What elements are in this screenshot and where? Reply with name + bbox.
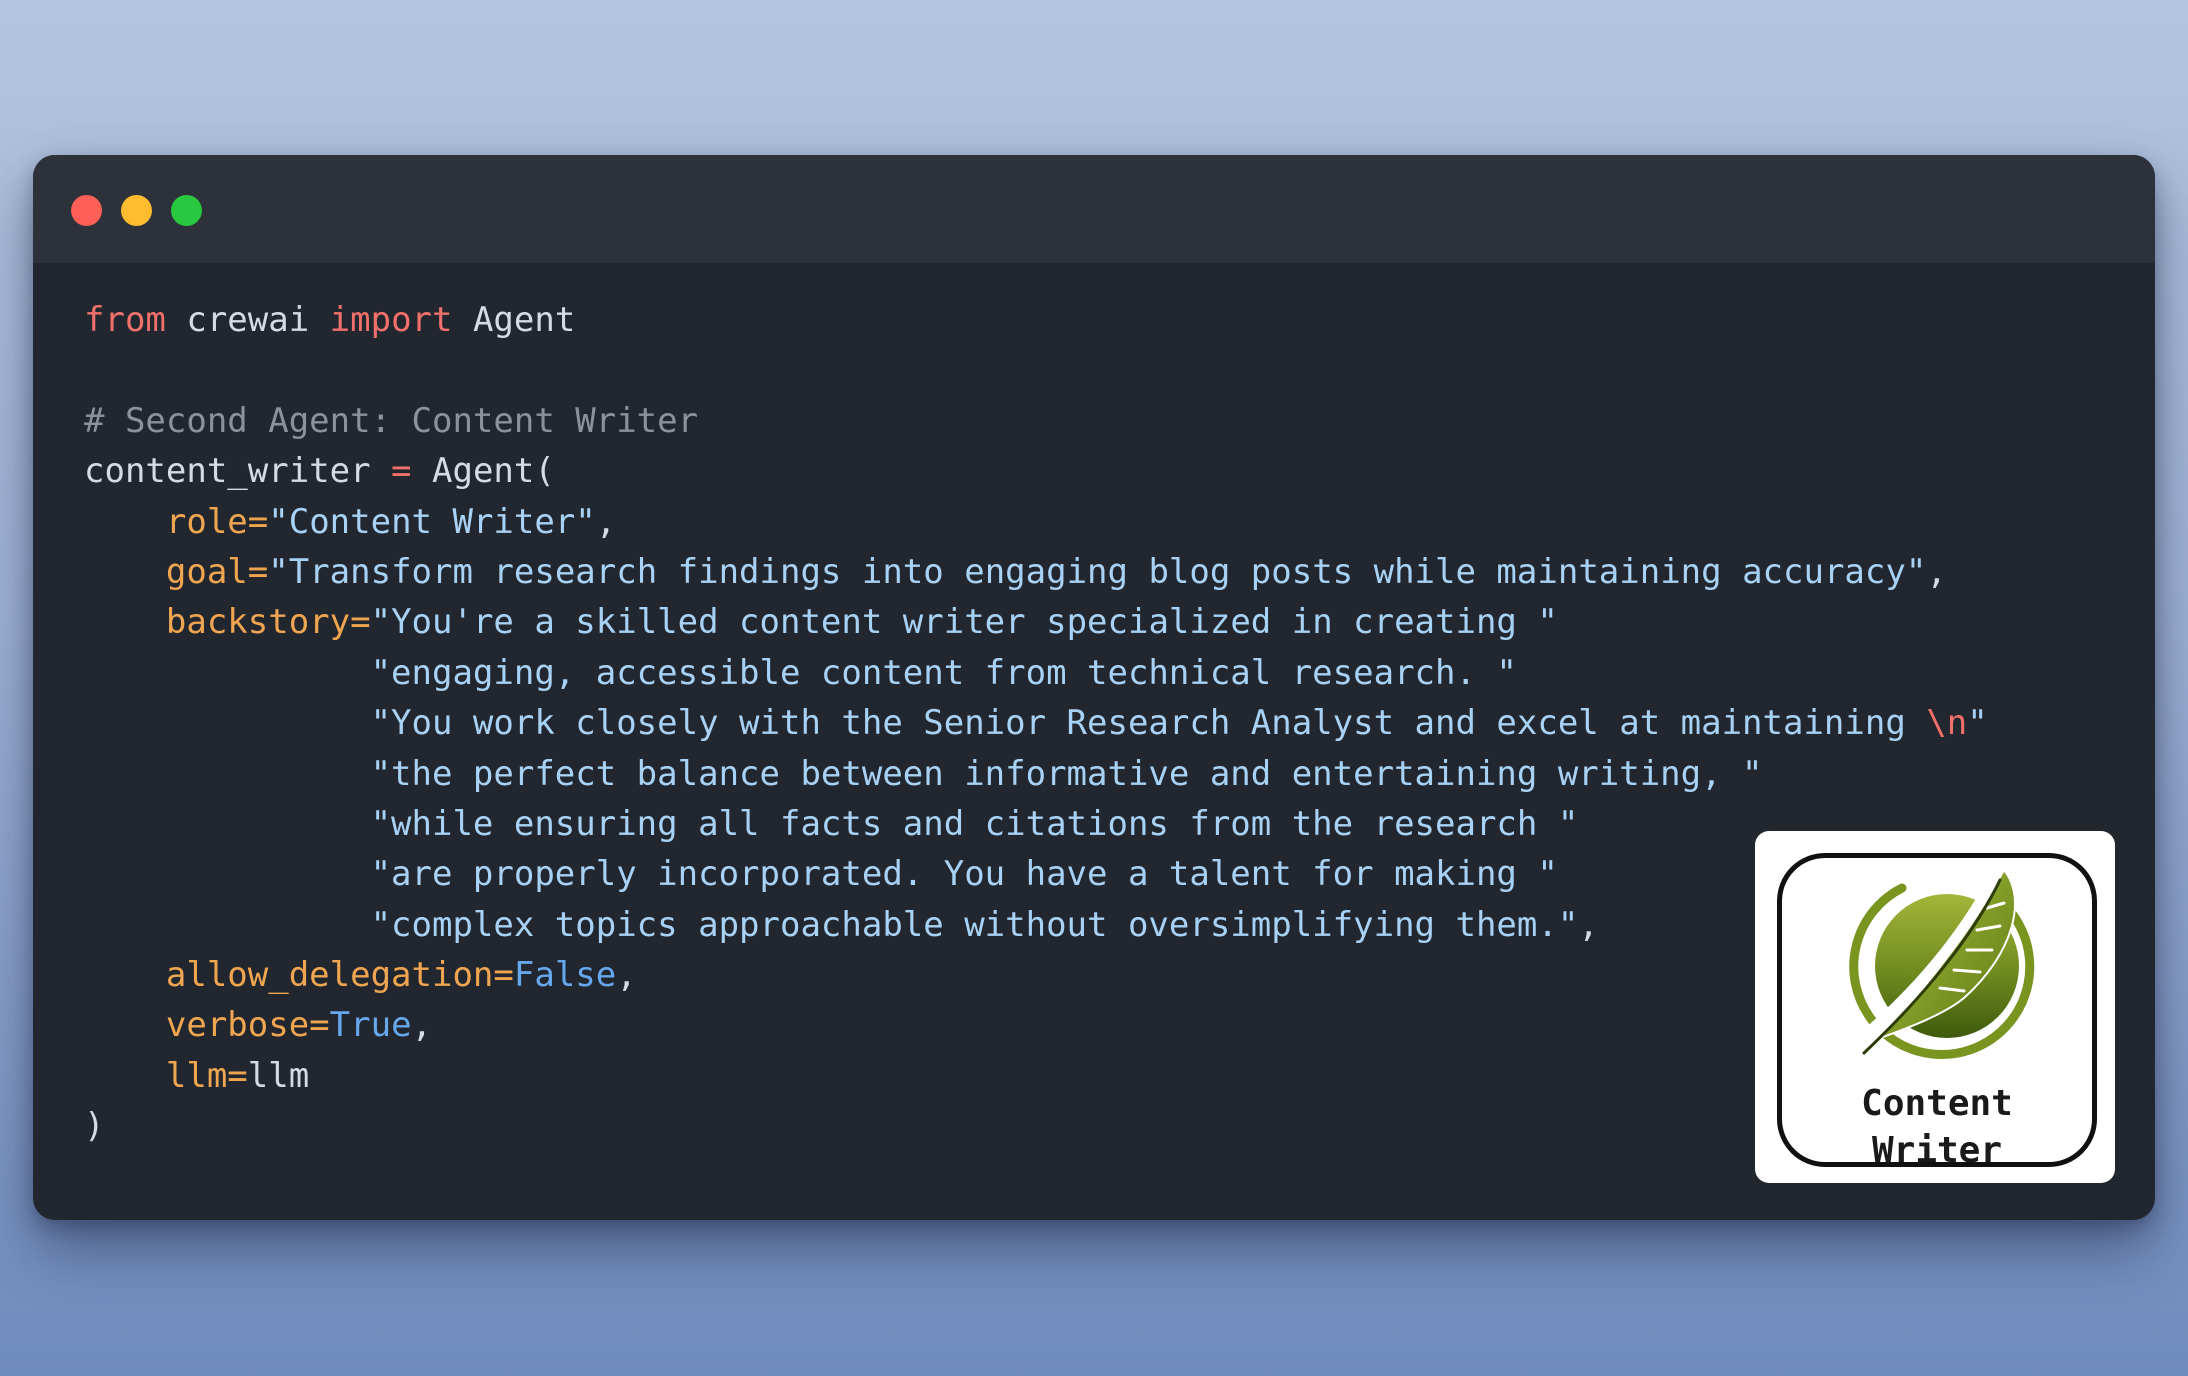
code-block: from crewai import Agent # Second Agent: … — [84, 295, 1988, 1152]
code-line-10: "the perfect balance between informative… — [84, 749, 1988, 799]
arg-role: role= — [165, 501, 269, 542]
code-line-8: "engaging, accessible content from techn… — [84, 648, 1988, 698]
punctuation: , — [1578, 904, 1599, 945]
code-line-11: "while ensuring all facts and citations … — [84, 799, 1988, 849]
code-line-6: goal="Transform research findings into e… — [84, 547, 1988, 597]
arg-backstory: backstory= — [165, 602, 371, 643]
string-value: "You're a skilled content writer special… — [370, 602, 1558, 643]
code-line-16: llm=llm — [84, 1051, 1988, 1101]
string-value: "Transform research findings into engagi… — [268, 551, 1927, 592]
keyword-import: import — [329, 300, 453, 340]
string-value: "while ensuring all facts and citations … — [370, 803, 1579, 844]
code-line-15: verbose=True, — [84, 1000, 1988, 1050]
string-value: "the perfect balance between informative… — [370, 753, 1763, 794]
keyword-from: from — [84, 300, 166, 340]
punctuation: , — [595, 501, 617, 542]
logo-text-line-1: Content — [1861, 1083, 2013, 1124]
logo-text-line-2: Writer — [1871, 1130, 2003, 1171]
string-value: "You work closely with the Senior Resear… — [370, 703, 1927, 744]
code-line-12: "are properly incorporated. You have a t… — [84, 849, 1988, 899]
punctuation: , — [1926, 551, 1947, 592]
string-value: "Content Writer" — [268, 501, 596, 542]
variable-value: llm — [247, 1055, 310, 1096]
maximize-window-button[interactable] — [171, 195, 202, 226]
closing-paren: ) — [84, 1106, 105, 1147]
code-line-14: allow_delegation=False, — [84, 950, 1988, 1000]
code-line-3: # Second Agent: Content Writer — [84, 396, 1988, 446]
logo-frame: Content Writer — [1777, 853, 2097, 1171]
code-line-17: ) — [84, 1101, 1988, 1151]
string-quote: " — [1967, 703, 1988, 744]
content-writer-logo: Content Writer — [1755, 831, 2115, 1183]
close-window-button[interactable] — [71, 195, 102, 226]
string-value: "engaging, accessible content from techn… — [370, 652, 1517, 693]
punctuation: , — [411, 1005, 433, 1046]
code-line-13: "complex topics approachable without ove… — [84, 900, 1988, 950]
arg-allow-delegation: allow_delegation= — [165, 955, 514, 996]
minimize-window-button[interactable] — [121, 195, 152, 226]
assign-operator: = — [391, 451, 412, 492]
code-line-4: content_writer = Agent( — [84, 446, 1988, 496]
variable-name: content_writer — [84, 451, 392, 492]
window-titlebar — [33, 155, 2155, 263]
arg-goal: goal= — [165, 551, 269, 592]
code-comment: # Second Agent: Content Writer — [84, 400, 699, 441]
constructor-call: Agent( — [411, 451, 555, 492]
escape-sequence: \n — [1926, 703, 1968, 744]
code-line-7: backstory="You're a skilled content writ… — [84, 597, 1988, 647]
code-line-9: "You work closely with the Senior Resear… — [84, 698, 1988, 748]
quill-feather-icon — [1849, 868, 2035, 1059]
arg-llm: llm= — [165, 1055, 248, 1096]
string-value: "are properly incorporated. You have a t… — [370, 854, 1558, 895]
import-name: Agent — [452, 300, 576, 340]
boolean-value: False — [513, 955, 617, 996]
punctuation: , — [616, 955, 637, 996]
code-line-5: role="Content Writer", — [84, 497, 1988, 547]
arg-verbose: verbose= — [165, 1005, 330, 1046]
boolean-value: True — [329, 1005, 412, 1046]
code-line-1: from crewai import Agent — [84, 295, 1988, 345]
module-name: crewai — [165, 300, 330, 340]
string-value: "complex topics approachable without ove… — [370, 904, 1579, 945]
